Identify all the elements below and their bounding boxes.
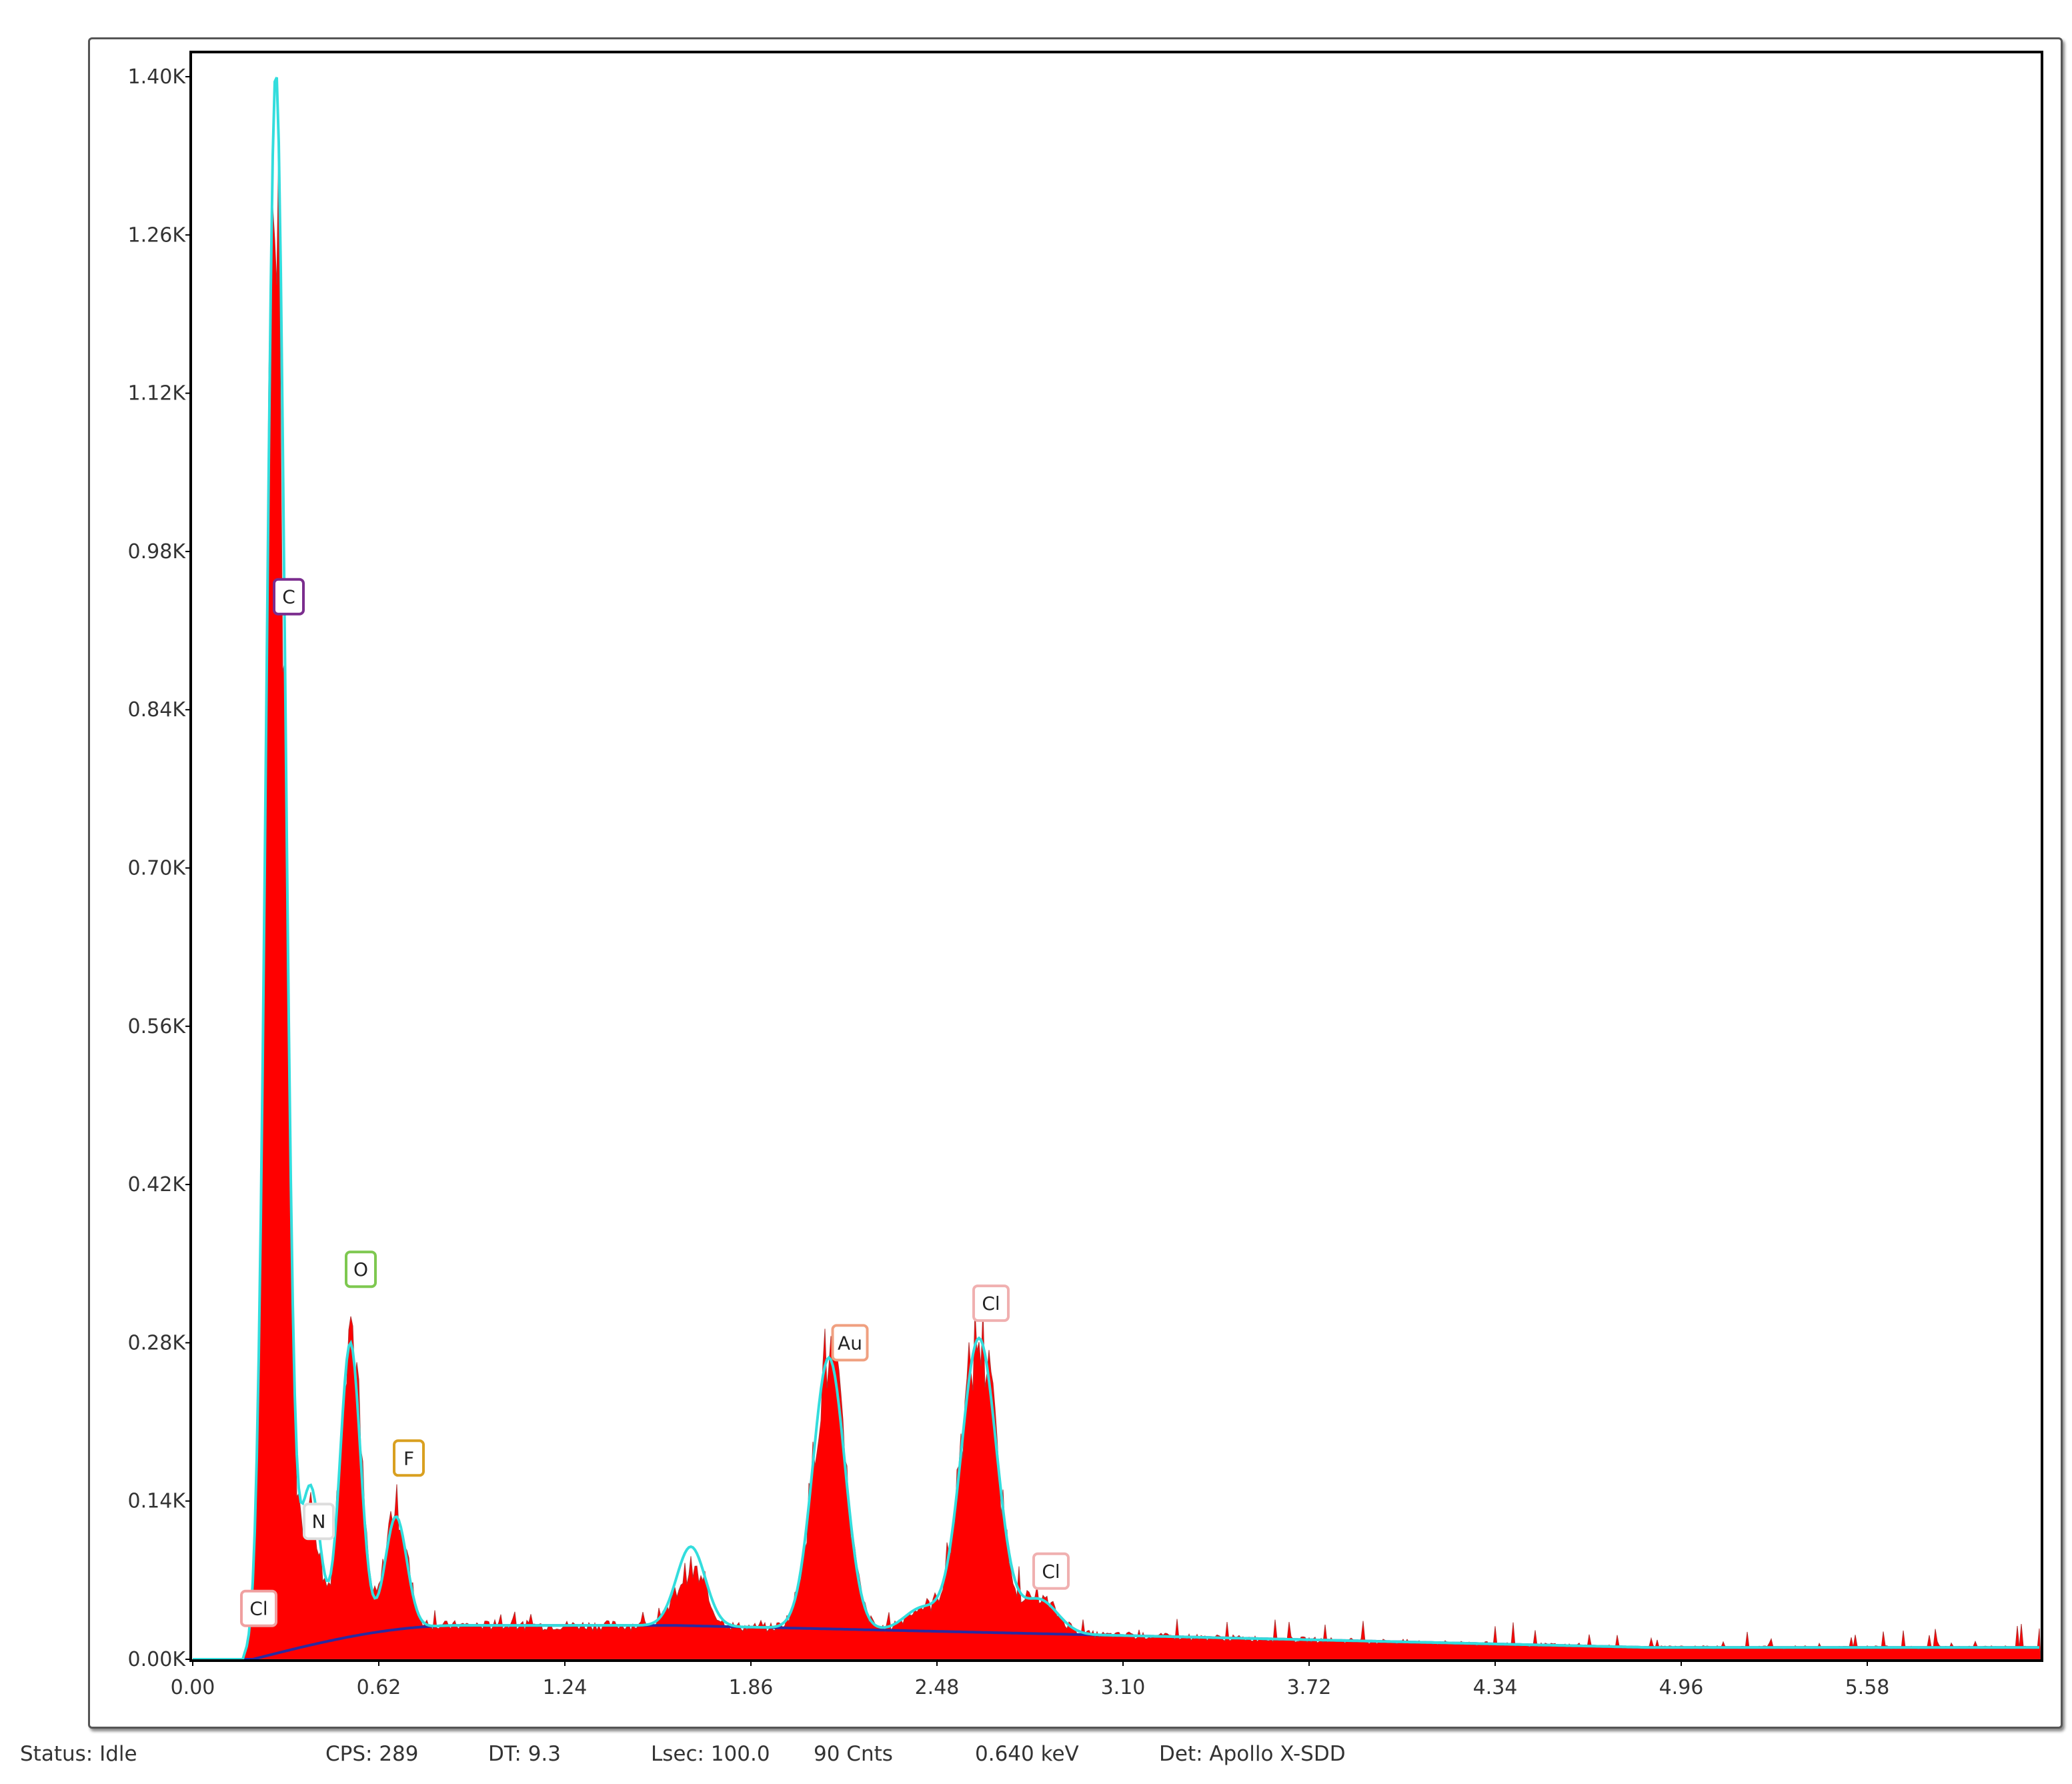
peak-label-cl[interactable]: Cl	[1032, 1552, 1070, 1590]
y-tick-label: 0.00K	[128, 1648, 187, 1671]
y-tick-label: 0.56K	[128, 1015, 187, 1038]
counts-readout: 90 Cnts	[814, 1742, 893, 1766]
peak-label-f[interactable]: F	[393, 1439, 425, 1477]
peak-label-cl[interactable]: Cl	[972, 1284, 1010, 1322]
x-tick-label: 3.72	[1287, 1676, 1332, 1699]
y-tick-label: 1.40K	[128, 65, 187, 89]
peak-label-n[interactable]: N	[303, 1503, 335, 1541]
x-tick-label: 0.62	[357, 1676, 401, 1699]
spectrum-area	[193, 137, 2041, 1660]
status-text: Status: Idle	[20, 1742, 137, 1766]
plot-border	[189, 51, 2043, 1662]
dt-readout: DT: 9.3	[488, 1742, 561, 1766]
x-tick-label: 4.34	[1473, 1676, 1518, 1699]
y-tick-label: 0.28K	[128, 1331, 187, 1355]
y-tick-label: 1.12K	[128, 382, 187, 405]
peak-label-text: C	[282, 586, 295, 608]
peak-label-cl[interactable]: Cl	[240, 1589, 277, 1627]
detector-readout: Det: Apollo X-SDD	[1159, 1742, 1346, 1766]
y-tick-label: 1.26K	[128, 223, 187, 247]
peak-label-text: N	[312, 1511, 326, 1533]
y-tick-label: 0.42K	[128, 1173, 187, 1196]
x-tick-label: 4.96	[1659, 1676, 1704, 1699]
peak-label-text: Cl	[249, 1598, 267, 1620]
energy-readout: 0.640 keV	[975, 1742, 1079, 1766]
x-tick-label: 0.00	[171, 1676, 215, 1699]
x-tick-label: 3.10	[1101, 1676, 1146, 1699]
peak-label-o[interactable]: O	[345, 1250, 377, 1288]
peak-label-text: F	[403, 1447, 414, 1469]
peak-label-c[interactable]: C	[273, 578, 305, 616]
y-tick-label: 0.98K	[128, 540, 187, 564]
lsec-readout: Lsec: 100.0	[651, 1742, 770, 1766]
x-tick-label: 1.24	[543, 1676, 588, 1699]
x-tick-label: 1.86	[729, 1676, 774, 1699]
peak-label-text: O	[353, 1258, 368, 1280]
y-tick-label: 0.14K	[128, 1490, 187, 1513]
x-tick-label: 5.58	[1845, 1676, 1890, 1699]
y-tick-label: 0.84K	[128, 698, 187, 722]
fit-line	[193, 77, 2039, 1661]
x-tick-label: 2.48	[915, 1676, 960, 1699]
peak-label-text: Cl	[982, 1292, 1000, 1314]
peak-label-au[interactable]: Au	[831, 1324, 869, 1362]
peak-label-text: Cl	[1042, 1561, 1060, 1583]
cps-readout: CPS: 289	[325, 1742, 419, 1766]
y-tick-label: 0.70K	[128, 857, 187, 880]
spectrum-chart: 0.00 0.62 1.24 1.86 2.48 3.10 3.72 4.34 4.96 5.58…	[128, 51, 2043, 1699]
peak-label-text: Au	[838, 1332, 862, 1354]
